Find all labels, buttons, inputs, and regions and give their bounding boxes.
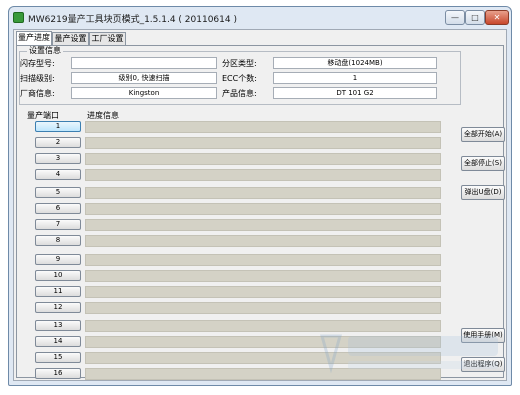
close-button[interactable]: ✕	[485, 10, 509, 25]
minimize-button[interactable]: —	[445, 10, 465, 25]
user-manual-button[interactable]: 使用手册(M)	[461, 328, 505, 343]
tab-production-progress[interactable]: 量产进度	[16, 31, 52, 45]
progress-bar-13	[85, 320, 441, 332]
port-button-2[interactable]: 2	[35, 137, 81, 148]
port-button-14[interactable]: 14	[35, 336, 81, 347]
window-title: MW6219量产工具块页模式_1.5.1.4 ( 20110614 )	[28, 15, 237, 25]
progress-bar-10	[85, 270, 441, 282]
eject-usb-button[interactable]: 弹出U盘(D)	[461, 185, 505, 200]
port-button-11[interactable]: 11	[35, 286, 81, 297]
stop-all-button[interactable]: 全部停止(S)	[461, 156, 505, 171]
start-all-button[interactable]: 全部开始(A)	[461, 127, 505, 142]
progress-panel: 设置信息 闪存型号: 分区类型: 移动盘(1024MB) 扫描级别: 级别0, …	[16, 45, 505, 380]
vendor-field: Kingston	[71, 87, 217, 99]
flash-type-label: 闪存型号:	[20, 59, 55, 68]
close-icon: ✕	[493, 13, 501, 22]
maximize-button[interactable]: □	[465, 10, 485, 25]
port-button-4[interactable]: 4	[35, 169, 81, 180]
progress-bar-12	[85, 302, 441, 314]
vendor-label: 厂商信息:	[20, 89, 55, 98]
scan-level-label: 扫描级别:	[20, 74, 55, 83]
progress-header: 进度信息	[87, 111, 119, 120]
flash-type-field	[71, 57, 217, 69]
progress-bar-11	[85, 286, 441, 298]
port-button-13[interactable]: 13	[35, 320, 81, 331]
ports-header: 量产端口	[27, 111, 59, 120]
progress-bar-4	[85, 169, 441, 181]
ecc-count-label: ECC个数:	[222, 74, 257, 83]
progress-bar-3	[85, 153, 441, 165]
maximize-icon: □	[471, 13, 479, 22]
progress-bar-6	[85, 203, 441, 215]
minimize-icon: —	[451, 13, 459, 22]
partition-type-field: 移动盘(1024MB)	[273, 57, 437, 69]
progress-bar-15	[85, 352, 441, 364]
scan-level-field: 级别0, 快速扫描	[71, 72, 217, 84]
partition-type-label: 分区类型:	[222, 59, 257, 68]
port-button-15[interactable]: 15	[35, 352, 81, 363]
port-button-7[interactable]: 7	[35, 219, 81, 230]
title-bar[interactable]: MW6219量产工具块页模式_1.5.1.4 ( 20110614 ) — □ …	[9, 7, 511, 29]
progress-bar-8	[85, 235, 441, 247]
tab-factory-settings[interactable]: 工厂设置	[89, 32, 126, 45]
ecc-count-field: 1	[273, 72, 437, 84]
port-button-16[interactable]: 16	[35, 368, 81, 379]
app-window: MW6219量产工具块页模式_1.5.1.4 ( 20110614 ) — □ …	[8, 6, 512, 386]
progress-bar-16	[85, 368, 441, 380]
product-field: DT 101 G2	[273, 87, 437, 99]
progress-bar-1	[85, 121, 441, 133]
tab-production-settings[interactable]: 量产设置	[52, 32, 89, 45]
port-button-10[interactable]: 10	[35, 270, 81, 281]
progress-bar-14	[85, 336, 441, 348]
progress-bar-2	[85, 137, 441, 149]
client-area: 量产进度 量产设置 工厂设置 设置信息 闪存型号: 分区类型: 移动盘(1024…	[13, 29, 507, 381]
product-label: 产品信息:	[222, 89, 257, 98]
port-button-8[interactable]: 8	[35, 235, 81, 246]
progress-bar-7	[85, 219, 441, 231]
progress-bar-5	[85, 187, 441, 199]
app-icon	[13, 12, 24, 23]
port-button-12[interactable]: 12	[35, 302, 81, 313]
port-button-1[interactable]: 1	[35, 121, 81, 132]
port-button-6[interactable]: 6	[35, 203, 81, 214]
port-button-9[interactable]: 9	[35, 254, 81, 265]
exit-program-button[interactable]: 退出程序(Q)	[461, 357, 505, 372]
settings-group-label: 设置信息	[27, 46, 63, 55]
port-button-5[interactable]: 5	[35, 187, 81, 198]
progress-bar-9	[85, 254, 441, 266]
port-button-3[interactable]: 3	[35, 153, 81, 164]
